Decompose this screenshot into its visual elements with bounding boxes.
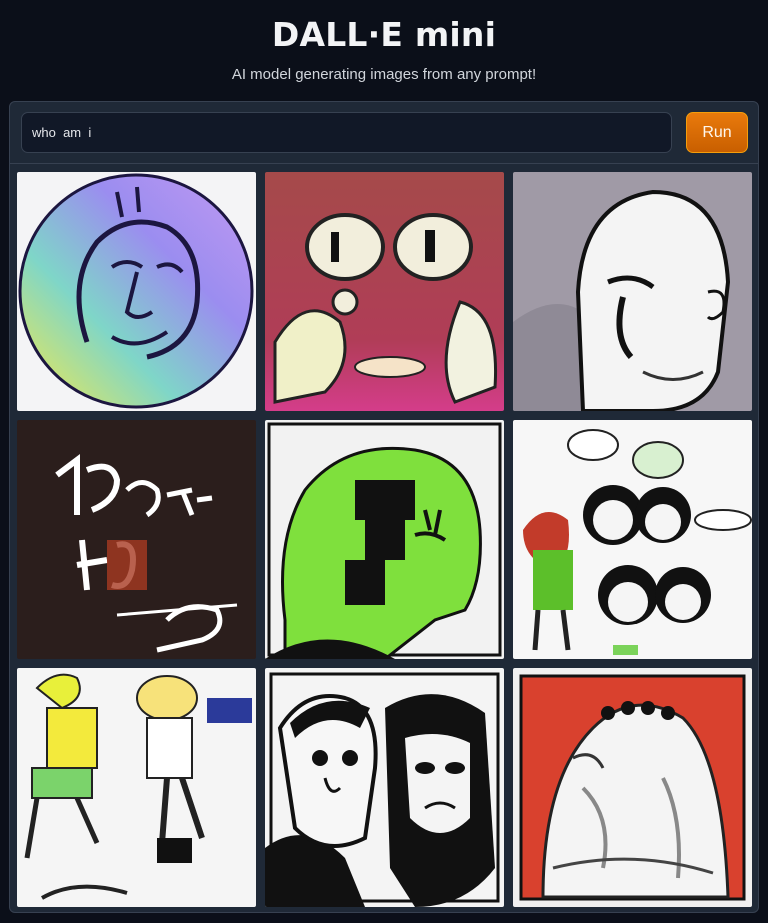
generated-image-9-art <box>513 668 752 907</box>
generated-image-8-art <box>265 668 504 907</box>
generated-image-1[interactable] <box>17 172 256 411</box>
generated-image-7-art <box>17 668 256 907</box>
generated-image-3[interactable] <box>513 172 752 411</box>
image-gallery <box>17 172 753 908</box>
main-panel: Run <box>9 101 759 913</box>
generated-image-1-art <box>17 172 256 411</box>
run-button[interactable]: Run <box>686 112 748 153</box>
generated-image-4[interactable] <box>17 420 256 659</box>
generated-image-5[interactable] <box>265 420 504 659</box>
generated-image-9[interactable] <box>513 668 752 907</box>
generated-image-4-art <box>17 420 256 659</box>
app-header: DALL·E mini AI model generating images f… <box>0 0 768 84</box>
generated-image-3-art <box>513 172 752 411</box>
generated-image-5-art <box>265 420 504 659</box>
generated-image-8[interactable] <box>265 668 504 907</box>
prompt-input[interactable] <box>21 112 672 153</box>
generated-image-7[interactable] <box>17 668 256 907</box>
prompt-row: Run <box>10 102 758 164</box>
app-title: DALL·E mini <box>271 15 497 54</box>
app-subtitle: AI model generating images from any prom… <box>231 66 537 83</box>
generated-image-6[interactable] <box>513 420 752 659</box>
generated-image-2-art <box>265 172 504 411</box>
generated-image-2[interactable] <box>265 172 504 411</box>
generated-image-6-art <box>513 420 752 659</box>
